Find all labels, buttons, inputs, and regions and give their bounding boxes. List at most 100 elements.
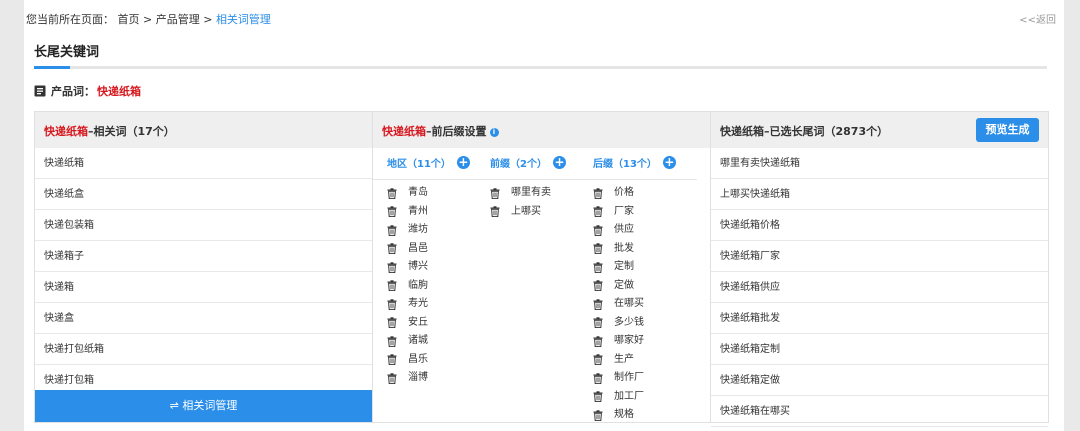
term-item: 供应 bbox=[593, 221, 644, 240]
trash-icon[interactable] bbox=[490, 188, 500, 199]
related-item[interactable]: 快递箱子 bbox=[35, 241, 372, 272]
trash-icon[interactable] bbox=[593, 262, 603, 273]
term-item: 潍坊 bbox=[387, 221, 428, 240]
term-text: 价格 bbox=[614, 187, 634, 198]
trash-icon[interactable] bbox=[593, 280, 603, 292]
breadcrumb-section[interactable]: 产品管理 bbox=[156, 13, 200, 26]
add-region-icon[interactable]: + bbox=[456, 156, 470, 169]
trash-icon[interactable] bbox=[593, 354, 603, 366]
related-item[interactable]: 快递箱 bbox=[35, 272, 372, 303]
longtail-title: 快递纸箱–已选长尾词（2873个） bbox=[720, 125, 889, 138]
trash-icon[interactable] bbox=[593, 188, 603, 199]
trash-icon[interactable] bbox=[593, 299, 603, 310]
term-text: 规格 bbox=[614, 409, 634, 420]
affix-divider bbox=[373, 179, 697, 180]
longtail-item[interactable]: 上哪买快递纸箱 bbox=[711, 179, 1048, 210]
trash-icon[interactable] bbox=[593, 225, 603, 236]
related-item[interactable]: 快递打包纸箱 bbox=[35, 334, 372, 365]
trash-icon[interactable] bbox=[593, 206, 603, 218]
longtail-item[interactable]: 快递纸箱厂家 bbox=[711, 241, 1048, 272]
term-text: 昌邑 bbox=[408, 242, 428, 254]
term-text: 定做 bbox=[614, 279, 634, 291]
term-item: 批发 bbox=[593, 240, 644, 259]
back-link[interactable]: <<返回 bbox=[1019, 11, 1056, 26]
preview-generate-button[interactable]: 预览生成 bbox=[976, 118, 1039, 142]
term-text: 加工厂 bbox=[614, 390, 644, 402]
trash-icon[interactable] bbox=[387, 336, 397, 347]
term-text: 哪里有卖 bbox=[511, 187, 551, 198]
add-prefix-icon[interactable]: + bbox=[552, 156, 566, 169]
add-suffix-icon[interactable]: + bbox=[662, 156, 676, 169]
related-item[interactable]: 快递纸箱 bbox=[35, 148, 372, 179]
trash-icon[interactable] bbox=[387, 317, 397, 329]
term-item: 上哪买 bbox=[490, 203, 551, 222]
suffix-header: 后缀（13个） + bbox=[593, 155, 676, 170]
longtail-item[interactable]: 快递纸箱价格 bbox=[711, 210, 1048, 241]
term-text: 安丘 bbox=[408, 316, 428, 328]
trash-icon[interactable] bbox=[490, 206, 500, 218]
related-item[interactable]: 快递盒 bbox=[35, 303, 372, 334]
page: 您当前所在页面： 首页 > 产品管理 > 相关词管理 <<返回 长尾关键词 产品… bbox=[24, 0, 1064, 431]
trash-icon[interactable] bbox=[593, 243, 603, 255]
related-words-column: 快递纸箱–相关词（17个） 快递纸箱 快递纸盒 快递包装箱 快递箱子 快递箱 快… bbox=[35, 112, 373, 422]
info-icon[interactable]: i bbox=[489, 127, 499, 137]
related-item[interactable]: 快递包装箱 bbox=[35, 210, 372, 241]
term-text: 多少钱 bbox=[614, 316, 644, 328]
term-item: 昌乐 bbox=[387, 351, 428, 370]
trash-icon[interactable] bbox=[593, 410, 603, 421]
term-item: 寿光 bbox=[387, 295, 428, 314]
breadcrumb-sep: > bbox=[143, 13, 153, 26]
trash-icon[interactable] bbox=[387, 262, 397, 273]
breadcrumb-current: 相关词管理 bbox=[215, 13, 271, 26]
trash-icon[interactable] bbox=[593, 336, 603, 347]
trash-icon[interactable] bbox=[387, 354, 397, 366]
trash-icon[interactable] bbox=[387, 299, 397, 310]
related-list: 快递纸箱 快递纸盒 快递包装箱 快递箱子 快递箱 快递盒 快递打包纸箱 快递打包… bbox=[35, 148, 372, 396]
breadcrumb-sep: > bbox=[203, 13, 213, 26]
trash-icon[interactable] bbox=[387, 243, 397, 255]
longtail-item[interactable]: 快递纸箱供应 bbox=[711, 272, 1048, 303]
longtail-item[interactable]: 快递纸箱批发 bbox=[711, 303, 1048, 334]
affix-title-text: –前后缀设置 bbox=[426, 125, 487, 138]
term-item: 诸城 bbox=[387, 332, 428, 351]
affix-settings-column: 快递纸箱–前后缀设置 i 地区（11个） + 前缀（2个） + 后缀（13个） + 青岛… bbox=[373, 112, 711, 422]
related-item[interactable]: 快递纸盒 bbox=[35, 179, 372, 210]
related-manage-button[interactable]: ⇌ 相关词管理 bbox=[35, 390, 372, 422]
term-text: 批发 bbox=[614, 242, 634, 254]
trash-icon[interactable] bbox=[593, 373, 603, 384]
trash-icon[interactable] bbox=[387, 188, 397, 199]
term-item: 规格 bbox=[593, 406, 644, 425]
breadcrumb-prefix: 您当前所在页面： bbox=[26, 13, 114, 26]
term-text: 临朐 bbox=[408, 279, 428, 291]
trash-icon[interactable] bbox=[387, 225, 397, 236]
suffix-label: 后缀（13个） bbox=[593, 159, 657, 170]
longtail-list: 哪里有卖快递纸箱 上哪买快递纸箱 快递纸箱价格 快递纸箱厂家 快递纸箱供应 快递… bbox=[711, 148, 1048, 427]
trash-icon[interactable] bbox=[593, 317, 603, 329]
trash-icon[interactable] bbox=[387, 373, 397, 384]
trash-icon[interactable] bbox=[387, 280, 397, 292]
related-title-product: 快递纸箱 bbox=[44, 125, 88, 138]
term-item: 制作厂 bbox=[593, 369, 644, 388]
breadcrumb: 您当前所在页面： 首页 > 产品管理 > 相关词管理 bbox=[26, 11, 271, 27]
trash-icon[interactable] bbox=[593, 391, 603, 403]
term-item: 在哪买 bbox=[593, 295, 644, 314]
term-text: 淄博 bbox=[408, 372, 428, 383]
prefix-list: 哪里有卖 上哪买 bbox=[490, 184, 551, 221]
longtail-item[interactable]: 快递纸箱定做 bbox=[711, 365, 1048, 396]
longtail-item[interactable]: 哪里有卖快递纸箱 bbox=[711, 148, 1048, 179]
affix-title: 快递纸箱–前后缀设置 i bbox=[382, 123, 499, 139]
title-underline bbox=[34, 66, 1047, 69]
related-title-count: –相关词（17个） bbox=[88, 125, 175, 138]
term-item: 多少钱 bbox=[593, 314, 644, 333]
term-item: 定做 bbox=[593, 277, 644, 296]
term-text: 上哪买 bbox=[511, 205, 541, 217]
longtail-item[interactable]: 快递纸箱定制 bbox=[711, 334, 1048, 365]
term-text: 寿光 bbox=[408, 298, 428, 309]
term-text: 在哪买 bbox=[614, 298, 644, 309]
breadcrumb-home[interactable]: 首页 bbox=[118, 13, 140, 26]
longtail-item[interactable]: 快递纸箱在哪买 bbox=[711, 396, 1048, 427]
term-text: 潍坊 bbox=[408, 224, 428, 235]
trash-icon[interactable] bbox=[387, 206, 397, 218]
region-header: 地区（11个） + bbox=[387, 155, 470, 170]
document-icon bbox=[34, 85, 46, 97]
